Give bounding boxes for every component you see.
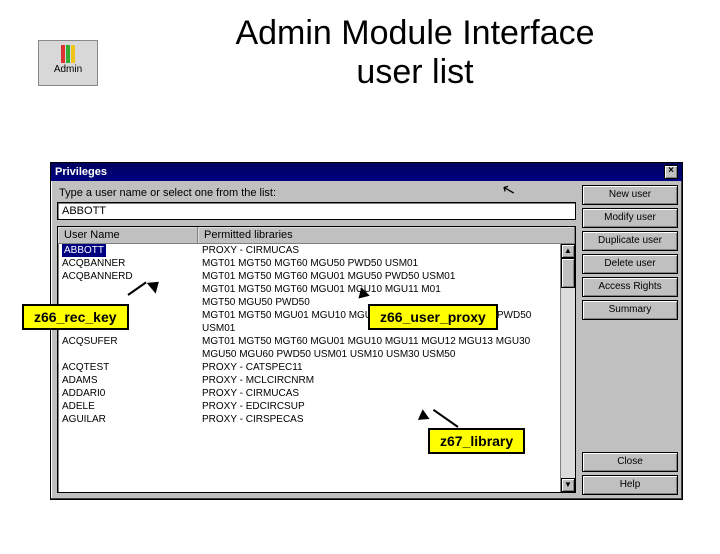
close-button[interactable]: Close	[582, 452, 678, 472]
window-title: Privileges	[55, 166, 107, 178]
table-row[interactable]: ADELEPROXY - EDCIRCSUP	[58, 400, 560, 413]
button-column: New user Modify user Duplicate user Dele…	[582, 181, 682, 499]
window-titlebar[interactable]: Privileges ×	[51, 163, 682, 181]
duplicate-user-button[interactable]: Duplicate user	[582, 231, 678, 251]
modify-user-button[interactable]: Modify user	[582, 208, 678, 228]
header-user-name[interactable]: User Name	[58, 227, 198, 243]
help-button[interactable]: Help	[582, 475, 678, 495]
username-input[interactable]	[57, 202, 576, 220]
scroll-thumb[interactable]	[561, 258, 575, 288]
window-close-button[interactable]: ×	[664, 165, 678, 179]
slide-title: Admin Module Interface user list	[110, 14, 720, 92]
callout-z66-user-proxy: z66_user_proxy	[368, 304, 498, 330]
table-row[interactable]: ACQBANNERMGT01 MGT50 MGT60 MGU50 PWD50 U…	[58, 257, 560, 270]
table-row[interactable]: ADDARI0PROXY - CIRMUCAS	[58, 387, 560, 400]
header-permitted-libraries[interactable]: Permitted libraries	[198, 227, 575, 243]
table-row[interactable]: ABBOTTPROXY - CIRMUCAS	[58, 244, 560, 257]
scroll-down-button[interactable]: ▼	[561, 478, 575, 492]
admin-icon	[60, 45, 76, 63]
admin-chip-label: Admin	[39, 64, 97, 75]
table-row[interactable]: ACQSUFERMGT01 MGT50 MGT60 MGU01 MGU10 MG…	[58, 335, 560, 361]
vertical-scrollbar[interactable]: ▲ ▼	[560, 244, 575, 492]
instruction-label: Type a user name or select one from the …	[59, 187, 576, 199]
access-rights-button[interactable]: Access Rights	[582, 277, 678, 297]
table-row[interactable]: ACQTESTPROXY - CATSPEC11	[58, 361, 560, 374]
admin-module-chip: Admin	[38, 40, 98, 86]
delete-user-button[interactable]: Delete user	[582, 254, 678, 274]
summary-button[interactable]: Summary	[582, 300, 678, 320]
callout-z66-rec-key: z66_rec_key	[22, 304, 129, 330]
table-row[interactable]: ACQBANNERDMGT01 MGT50 MGT60 MGU01 MGU50 …	[58, 270, 560, 283]
scroll-up-button[interactable]: ▲	[561, 244, 575, 258]
privileges-window: Privileges × Type a user name or select …	[50, 162, 683, 500]
list-rows[interactable]: ABBOTTPROXY - CIRMUCASACQBANNERMGT01 MGT…	[58, 244, 560, 492]
table-row[interactable]: ADAMSPROXY - MCLCIRCNRM	[58, 374, 560, 387]
list-header: User Name Permitted libraries	[58, 227, 575, 244]
table-row[interactable]: AGUILARPROXY - CIRSPECAS	[58, 413, 560, 426]
callout-z67-library: z67_library	[428, 428, 525, 454]
new-user-button[interactable]: New user	[582, 185, 678, 205]
